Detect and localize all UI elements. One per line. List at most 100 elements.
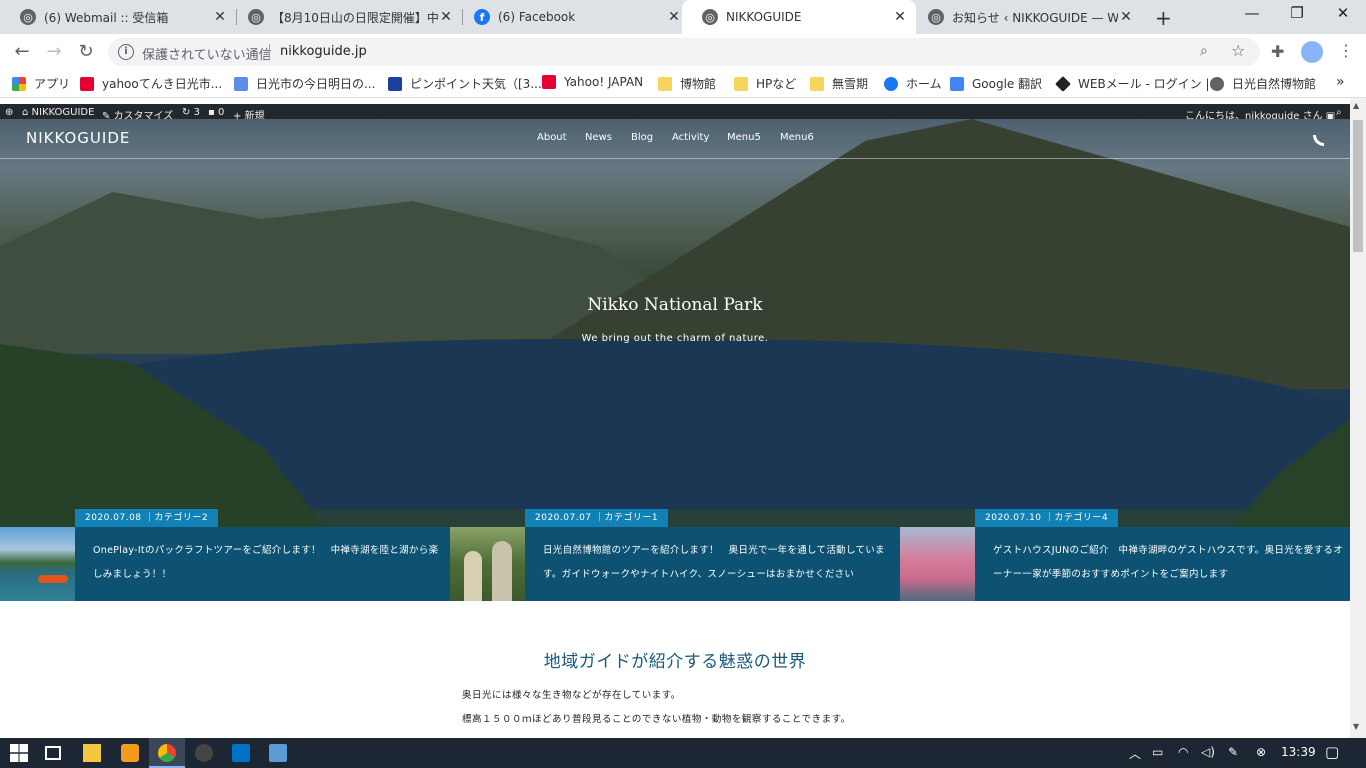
photos-icon[interactable] xyxy=(269,744,287,762)
app-icon[interactable] xyxy=(195,744,213,762)
news-date-badge[interactable]: 2020.07.08 ｜カテゴリー2 xyxy=(75,509,219,527)
clock[interactable]: 13:39 xyxy=(1281,745,1316,759)
bookmark-yahoo-tenki[interactable]: yahooてんき日光市... xyxy=(80,75,222,92)
folder-icon xyxy=(658,76,672,91)
scroll-down-icon[interactable]: ▼ xyxy=(1353,722,1359,731)
nav-menu6[interactable]: Menu6 xyxy=(780,132,814,143)
show-hidden-icons-icon[interactable]: ︿ xyxy=(1129,745,1141,762)
site-logo[interactable]: NIKKOGUIDE xyxy=(26,129,130,147)
action-center-icon[interactable]: ▢ xyxy=(1325,743,1339,761)
weather-icon xyxy=(388,76,402,91)
nav-about[interactable]: About xyxy=(537,132,567,143)
outlook-icon[interactable] xyxy=(232,744,250,762)
news-thumbnail-guesthouse[interactable] xyxy=(900,527,975,601)
menu-icon[interactable]: ⋮ xyxy=(1338,41,1354,60)
globe-icon: ◎ xyxy=(928,9,944,25)
new-tab-button[interactable]: + xyxy=(1155,6,1172,30)
tab-yama-no-hi[interactable]: ◎ 【8月10日山の日限定開催】中禅 ✕ xyxy=(228,0,462,34)
hero-section: NIKKOGUIDE About News Blog Activity Menu… xyxy=(0,119,1350,527)
forward-button[interactable]: → xyxy=(44,41,64,62)
packraft-boat xyxy=(38,575,68,583)
task-view-icon[interactable] xyxy=(45,746,61,760)
close-window-button[interactable]: ✕ xyxy=(1331,4,1355,22)
windows-start-icon[interactable] xyxy=(10,744,28,762)
news-item-text[interactable]: OnePlay-Itのパックラフトツアーをご紹介します！ 中禅寺湖を陸と湖から楽… xyxy=(93,539,448,587)
more-bookmarks-icon[interactable]: » xyxy=(1336,74,1345,90)
close-tab-icon[interactable]: ✕ xyxy=(666,9,682,25)
bookmark-apps[interactable]: アプリ xyxy=(12,75,70,92)
minimize-button[interactable]: — xyxy=(1240,4,1264,22)
security-status[interactable]: 保護されていない通信 xyxy=(142,44,272,63)
news-thumbnail-packraft[interactable] xyxy=(0,527,75,601)
nav-news[interactable]: News xyxy=(585,132,612,143)
reload-button[interactable]: ↻ xyxy=(76,41,96,62)
windows-taskbar: ︿ ▭ ◠ ◁) ✎ ⊗ 13:39 ▢ xyxy=(0,738,1366,768)
pen-icon[interactable]: ✎ xyxy=(1228,745,1238,759)
notification-badge-icon[interactable]: ⊗ xyxy=(1256,745,1266,759)
battery-icon[interactable]: ▭ xyxy=(1152,745,1163,759)
scrollbar-thumb[interactable] xyxy=(1353,120,1363,252)
admin-updates[interactable]: ↻ 3 xyxy=(182,107,200,118)
admin-site-link[interactable]: ⌂ NIKKOGUIDE xyxy=(22,107,94,118)
media-player-icon[interactable] xyxy=(121,744,139,762)
extensions-icon[interactable]: ✚ xyxy=(1271,42,1284,61)
bookmark-yahoo-japan[interactable]: Yahoo! JAPAN xyxy=(542,75,643,89)
folder-icon xyxy=(810,76,824,91)
file-explorer-icon[interactable] xyxy=(83,744,101,762)
wordpress-icon[interactable]: ⊕ xyxy=(5,107,13,118)
bookmark-nikko-museum[interactable]: 日光自然博物館 xyxy=(1210,75,1316,92)
close-tab-icon[interactable]: ✕ xyxy=(212,9,228,25)
admin-search-icon[interactable]: ⌕ xyxy=(1336,107,1342,118)
nav-blog[interactable]: Blog xyxy=(631,132,653,143)
bookmark-pinpoint[interactable]: ピンポイント天気（[3... xyxy=(388,75,542,92)
news-item-text[interactable]: ゲストハウスJUNのご紹介 中禅寺湖畔のゲストハウスです。奥日光を愛するオーナー… xyxy=(993,539,1348,587)
bookmark-label: ピンポイント天気（[3... xyxy=(410,77,542,91)
bookmark-museum-folder[interactable]: 博物館 xyxy=(658,75,716,92)
bookmark-label: 無雪期 xyxy=(832,77,869,91)
bookmark-musetsuki-folder[interactable]: 無雪期 xyxy=(810,75,868,92)
url-text[interactable]: nikkoguide.jp xyxy=(280,44,367,59)
bookmark-hp-folder[interactable]: HPなど xyxy=(734,75,796,92)
folder-icon xyxy=(734,76,748,91)
page-scrollbar[interactable]: ▲ ▼ xyxy=(1350,98,1366,738)
wifi-icon[interactable]: ◠ xyxy=(1178,745,1188,759)
close-tab-icon[interactable]: ✕ xyxy=(438,9,454,25)
news-thumbnail-museum[interactable] xyxy=(450,527,525,601)
mail-icon xyxy=(1055,75,1071,92)
scroll-up-icon[interactable]: ▲ xyxy=(1353,101,1359,110)
bookmark-webmail[interactable]: WEBメール - ログイン |... xyxy=(1055,75,1221,92)
tab-webmail[interactable]: ◎ (6) Webmail :: 受信箱 ✕ xyxy=(0,0,236,34)
yahoo-icon xyxy=(542,75,556,89)
close-tab-icon[interactable]: ✕ xyxy=(1118,9,1134,25)
restore-button[interactable]: ❐ xyxy=(1285,4,1309,22)
tab-nikkoguide[interactable]: ◎ NIKKOGUIDE ✕ xyxy=(682,0,916,34)
news-item-text[interactable]: 日光自然博物館のツアーを紹介します！ 奥日光で一年を通して活動しています。ガイド… xyxy=(543,539,898,587)
info-icon[interactable]: i xyxy=(118,44,134,60)
tab-wp-news[interactable]: ◎ お知らせ ‹ NIKKOGUIDE — Wor ✕ xyxy=(908,0,1142,34)
close-tab-icon[interactable]: ✕ xyxy=(892,9,908,25)
zoom-icon[interactable]: ⌕ xyxy=(1200,43,1208,59)
volume-icon[interactable]: ◁) xyxy=(1201,745,1215,759)
tab-facebook[interactable]: f (6) Facebook ✕ xyxy=(454,0,690,34)
admin-comments[interactable]: ▪ 0 xyxy=(208,107,224,118)
nav-activity[interactable]: Activity xyxy=(672,132,709,143)
profile-avatar[interactable] xyxy=(1301,41,1323,63)
chrome-icon[interactable] xyxy=(158,744,176,762)
globe-icon: ◎ xyxy=(248,9,264,25)
bookmark-star-icon[interactable]: ☆ xyxy=(1231,41,1245,60)
nav-menu5[interactable]: Menu5 xyxy=(727,132,761,143)
address-bar[interactable]: i 保護されていない通信 nikkoguide.jp ⌕ ☆ xyxy=(108,38,1260,66)
bookmark-google-translate[interactable]: Google 翻訳 xyxy=(950,75,1042,92)
hiker-figure xyxy=(464,551,482,601)
back-button[interactable]: ← xyxy=(12,41,32,62)
browser-toolbar: ← → ↻ i 保護されていない通信 nikkoguide.jp ⌕ ☆ ✚ ⋮ xyxy=(0,34,1366,70)
bookmarks-bar: アプリ yahooてんき日光市... 日光市の今日明日の... ピンポイント天気… xyxy=(0,70,1366,98)
bookmark-facebook-home[interactable]: ホーム xyxy=(884,75,942,92)
weather-icon xyxy=(234,76,248,91)
news-date-badge[interactable]: 2020.07.10 ｜カテゴリー4 xyxy=(975,509,1119,527)
bookmark-nikko-weather[interactable]: 日光市の今日明日の... xyxy=(234,75,375,92)
news-strip: 2020.07.08 ｜カテゴリー2 OnePlay-Itのパックラフトツアーを… xyxy=(0,509,1350,601)
main-content: 地域ガイドが紹介する魅惑の世界 奥日光には様々な生き物などが存在しています。 標… xyxy=(0,601,1350,738)
news-date-badge[interactable]: 2020.07.07 ｜カテゴリー1 xyxy=(525,509,669,527)
section-title: 地域ガイドが紹介する魅惑の世界 xyxy=(543,652,807,672)
